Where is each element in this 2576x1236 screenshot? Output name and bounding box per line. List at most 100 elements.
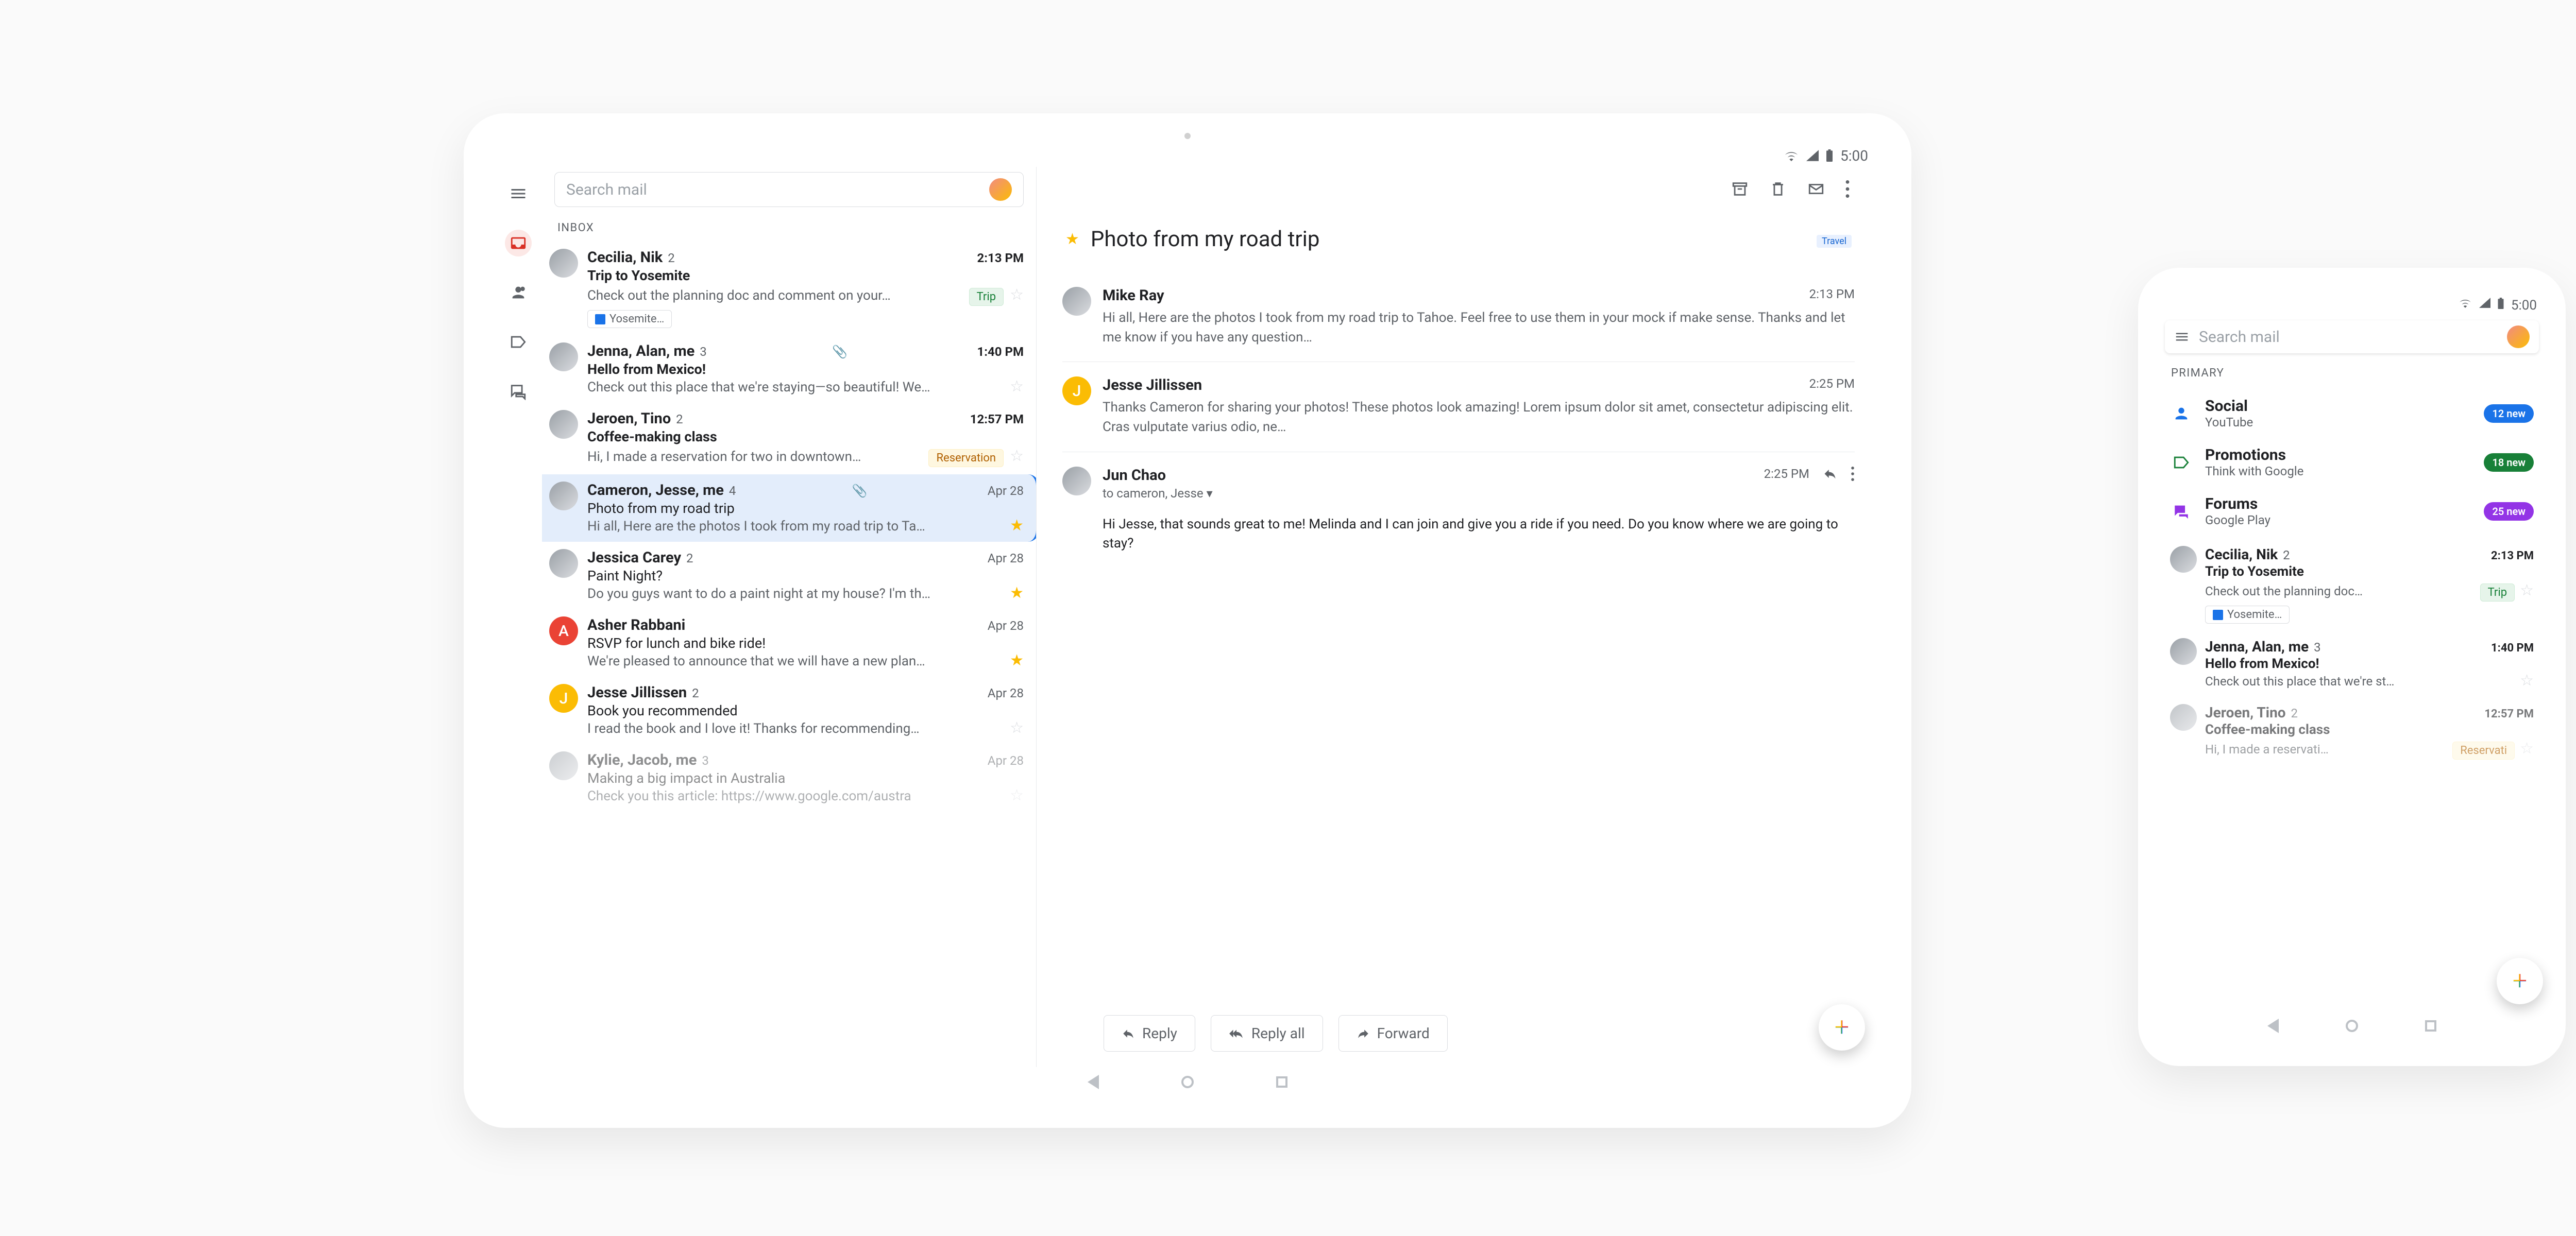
new-count-badge: 18 new xyxy=(2484,453,2534,472)
star-icon[interactable]: ☆ xyxy=(2520,740,2534,758)
mail-senders: Jessica Carey 2 xyxy=(587,549,693,566)
nav-back-icon[interactable] xyxy=(1088,1075,1099,1089)
mail-item[interactable]: Jeroen, Tino 212:57 PMCoffee-making clas… xyxy=(542,403,1036,474)
mail-item[interactable]: Cameron, Jesse, me 4📎Apr 28Photo from my… xyxy=(542,474,1037,542)
thread-message-list: Mike RayHi all, Here are the photos I to… xyxy=(1062,272,1855,568)
mail-snippet: Hi, I made a reservati… xyxy=(2205,742,2447,757)
delete-icon[interactable] xyxy=(1769,180,1787,198)
mail-item[interactable]: Kylie, Jacob, me 3Apr 28Making a big imp… xyxy=(542,744,1036,812)
nav-recent-icon[interactable] xyxy=(2425,1020,2436,1032)
star-icon[interactable]: ★ xyxy=(1010,651,1024,670)
mail-item[interactable]: Cecilia, Nik 22:13 PMTrip to YosemiteChe… xyxy=(2158,539,2546,631)
hamburger-icon[interactable] xyxy=(505,180,532,207)
category-icon xyxy=(2170,405,2193,422)
plus-icon: + xyxy=(2513,966,2527,996)
mark-unread-icon[interactable] xyxy=(1807,180,1825,198)
category-icon xyxy=(2170,454,2193,471)
mail-item[interactable]: Cecilia, Nik 22:13 PMTrip to YosemiteChe… xyxy=(542,242,1036,335)
sender-avatar: J xyxy=(1062,376,1091,405)
mail-item[interactable]: AAsher RabbaniApr 28RSVP for lunch and b… xyxy=(542,609,1036,677)
search-placeholder: Search mail xyxy=(566,181,647,199)
star-icon[interactable]: ☆ xyxy=(1010,286,1024,304)
compose-fab[interactable]: + xyxy=(2497,958,2543,1004)
message-toolbar xyxy=(1062,167,1855,211)
battery-icon xyxy=(1826,149,1833,162)
category-row[interactable]: PromotionsThink with Google18 new xyxy=(2170,438,2534,487)
mail-subject: Paint Night? xyxy=(587,568,1024,584)
more-icon[interactable] xyxy=(1845,180,1850,198)
attachment-chip[interactable]: Yosemite… xyxy=(587,310,672,328)
doc-icon xyxy=(595,314,605,324)
hamburger-icon[interactable] xyxy=(2174,329,2190,345)
more-icon[interactable] xyxy=(1851,467,1855,481)
reply-all-label: Reply all xyxy=(1251,1025,1305,1042)
sender-avatar xyxy=(549,410,578,439)
category-row[interactable]: ForumsGoogle Play25 new xyxy=(2170,487,2534,536)
message-to[interactable]: to cameron, Jesse ▾ xyxy=(1103,486,1855,501)
phone-screen: 5:00 Search mail PRIMARY SocialYouTube12… xyxy=(2158,294,2546,1040)
mail-time: 2:13 PM xyxy=(977,251,1024,265)
mail-snippet: I read the book and I love it! Thanks fo… xyxy=(587,721,1004,736)
star-icon[interactable]: ☆ xyxy=(2520,672,2534,690)
category-row[interactable]: SocialYouTube12 new xyxy=(2170,389,2534,438)
category-tabs: SocialYouTube12 newPromotionsThink with … xyxy=(2158,387,2546,539)
nav-rail xyxy=(495,167,542,1067)
category-subtext: Google Play xyxy=(2205,513,2471,527)
nav-home-icon[interactable] xyxy=(2346,1020,2358,1032)
inbox-section-label: INBOX xyxy=(542,216,1036,242)
attachment-icon: 📎 xyxy=(832,345,848,359)
star-icon[interactable]: ☆ xyxy=(1010,719,1024,737)
star-icon[interactable]: ★ xyxy=(1010,517,1024,535)
primary-section-label: PRIMARY xyxy=(2158,362,2546,387)
reply-icon[interactable] xyxy=(1823,467,1837,481)
mail-item[interactable]: Jessica Carey 2Apr 28Paint Night?Do you … xyxy=(542,542,1036,609)
rail-inbox-icon[interactable] xyxy=(505,230,532,256)
thread-star-icon[interactable]: ★ xyxy=(1065,230,1079,248)
attachment-chip[interactable]: Yosemite… xyxy=(2205,606,2290,624)
mail-subject: Hello from Mexico! xyxy=(587,361,1024,377)
search-input[interactable]: Search mail xyxy=(554,172,1024,207)
thread-message[interactable]: JJesse JillissenThanks Cameron for shari… xyxy=(1062,362,1855,451)
star-icon[interactable]: ☆ xyxy=(2520,581,2534,599)
account-avatar[interactable] xyxy=(2507,325,2530,348)
nav-recent-icon[interactable] xyxy=(1276,1076,1287,1088)
mail-item[interactable]: Jenna, Alan, me 3📎1:40 PMHello from Mexi… xyxy=(542,335,1036,403)
rail-chat-icon[interactable] xyxy=(505,378,532,405)
thread-title: Photo from my road trip xyxy=(1091,227,1805,252)
thread-message[interactable]: Mike RayHi all, Here are the photos I to… xyxy=(1062,272,1855,362)
mail-item[interactable]: Jeroen, Tino 212:57 PMCoffee-making clas… xyxy=(2158,697,2546,767)
mail-senders: Kylie, Jacob, me 3 xyxy=(587,751,709,769)
mail-item[interactable]: Jenna, Alan, me 31:40 PMHello from Mexic… xyxy=(2158,631,2546,697)
category-icon xyxy=(2170,503,2193,520)
category-chip[interactable]: Trip xyxy=(969,288,1004,306)
star-icon[interactable]: ★ xyxy=(1010,584,1024,602)
rail-label-icon[interactable] xyxy=(505,329,532,355)
category-label: Promotions xyxy=(2205,446,2471,464)
mail-time: 1:40 PM xyxy=(977,345,1024,359)
nav-back-icon[interactable] xyxy=(2267,1019,2279,1033)
mail-item[interactable]: JJesse Jillissen 2Apr 28Book you recomme… xyxy=(542,677,1036,744)
star-icon[interactable]: ☆ xyxy=(1010,377,1024,396)
forward-button[interactable]: Forward xyxy=(1338,1015,1448,1052)
reply-all-button[interactable]: Reply all xyxy=(1211,1015,1323,1052)
rail-people-icon[interactable] xyxy=(505,279,532,306)
nav-home-icon[interactable] xyxy=(1181,1076,1194,1088)
cell-signal-icon xyxy=(2479,298,2490,312)
search-input[interactable]: Search mail xyxy=(2165,320,2539,353)
tablet-status-bar: 5:00 xyxy=(495,144,1880,167)
inbox-list: Cecilia, Nik 22:13 PMTrip to YosemiteChe… xyxy=(2158,539,2546,767)
star-icon[interactable]: ☆ xyxy=(1010,786,1024,804)
battery-icon xyxy=(2498,298,2504,312)
thread-category-chip[interactable]: Travel xyxy=(1817,235,1852,248)
archive-icon[interactable] xyxy=(1731,180,1749,198)
star-icon[interactable]: ☆ xyxy=(1010,447,1024,465)
reply-button[interactable]: Reply xyxy=(1104,1015,1195,1052)
compose-fab[interactable]: + xyxy=(1819,1004,1865,1051)
thread-message[interactable]: Jun Chaoto cameron, Jesse ▾Hi Jesse, tha… xyxy=(1062,452,1855,568)
category-chip[interactable]: Trip xyxy=(2480,583,2515,602)
account-avatar[interactable] xyxy=(989,178,1012,201)
message-time: 2:13 PM xyxy=(1809,287,1855,301)
category-chip[interactable]: Reservation xyxy=(928,449,1004,467)
reading-pane: ★ Photo from my road trip Travel Mike Ra… xyxy=(1037,167,1880,1067)
category-chip[interactable]: Reservati xyxy=(2452,742,2515,760)
